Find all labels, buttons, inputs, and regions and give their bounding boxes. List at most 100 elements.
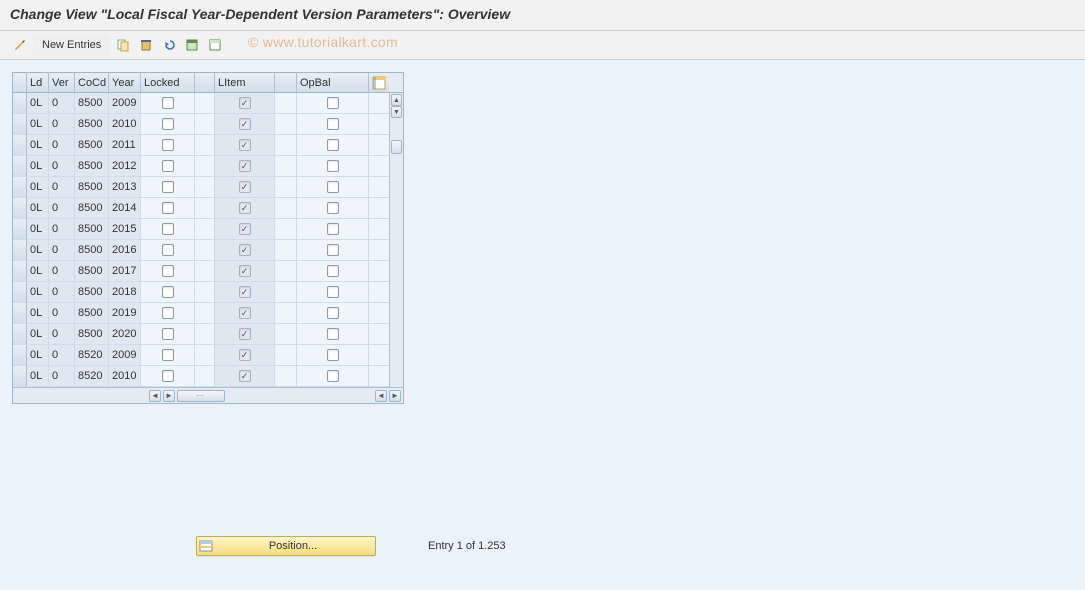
checkbox-opbal[interactable] [327,307,339,319]
cell-locked[interactable] [141,219,195,240]
checkbox-locked[interactable] [162,244,174,256]
col-header-opbal[interactable]: OpBal [297,73,369,92]
checkbox-opbal[interactable] [327,328,339,340]
table-row[interactable]: 0L085002016 [13,240,389,261]
checkbox-opbal[interactable] [327,286,339,298]
checkbox-opbal[interactable] [327,160,339,172]
col-header-ver[interactable]: Ver [49,73,75,92]
scroll-right-button[interactable]: ► [163,390,175,402]
cell-opbal[interactable] [297,303,369,324]
row-selector[interactable] [13,303,27,324]
cell-locked[interactable] [141,135,195,156]
cell-locked[interactable] [141,156,195,177]
row-selector[interactable] [13,366,27,387]
row-selector[interactable] [13,156,27,177]
cell-opbal[interactable] [297,135,369,156]
scroll-left-end-button[interactable]: ◄ [375,390,387,402]
cell-opbal[interactable] [297,114,369,135]
table-row[interactable]: 0L085002013 [13,177,389,198]
checkbox-locked[interactable] [162,307,174,319]
scroll-up-button[interactable]: ▲ [391,94,402,106]
row-selector[interactable] [13,345,27,366]
col-header-cocd[interactable]: CoCd [75,73,109,92]
cell-opbal[interactable] [297,366,369,387]
cell-locked[interactable] [141,93,195,114]
cell-opbal[interactable] [297,261,369,282]
checkbox-locked[interactable] [162,181,174,193]
new-entries-button[interactable]: New Entries [33,35,110,55]
table-row[interactable]: 0L085202010 [13,366,389,387]
checkbox-opbal[interactable] [327,244,339,256]
scroll-right-end-button[interactable]: ► [389,390,401,402]
cell-opbal[interactable] [297,345,369,366]
cell-opbal[interactable] [297,156,369,177]
checkbox-opbal[interactable] [327,370,339,382]
checkbox-locked[interactable] [162,97,174,109]
row-selector[interactable] [13,93,27,114]
checkbox-locked[interactable] [162,139,174,151]
checkbox-locked[interactable] [162,370,174,382]
table-row[interactable]: 0L085002015 [13,219,389,240]
checkbox-opbal[interactable] [327,202,339,214]
row-selector[interactable] [13,261,27,282]
cell-locked[interactable] [141,198,195,219]
checkbox-locked[interactable] [162,265,174,277]
cell-locked[interactable] [141,366,195,387]
checkbox-locked[interactable] [162,328,174,340]
cell-locked[interactable] [141,114,195,135]
cell-locked[interactable] [141,261,195,282]
col-header-select[interactable] [13,73,27,92]
copy-as-button[interactable] [113,35,133,55]
scroll-left-button[interactable]: ◄ [149,390,161,402]
configure-columns-button[interactable] [369,73,389,92]
row-selector[interactable] [13,240,27,261]
cell-opbal[interactable] [297,282,369,303]
table-row[interactable]: 0L085002014 [13,198,389,219]
cell-locked[interactable] [141,324,195,345]
cell-locked[interactable] [141,303,195,324]
toggle-display-change-button[interactable] [10,35,30,55]
horizontal-scrollbar[interactable]: ◄ ► ◄ ► [13,387,403,403]
cell-opbal[interactable] [297,240,369,261]
col-header-year[interactable]: Year [109,73,141,92]
vertical-scrollbar[interactable]: ▲ ▼ [389,93,403,387]
checkbox-opbal[interactable] [327,139,339,151]
table-row[interactable]: 0L085002017 [13,261,389,282]
checkbox-opbal[interactable] [327,97,339,109]
scroll-down-button[interactable]: ▼ [391,106,402,118]
cell-opbal[interactable] [297,198,369,219]
checkbox-locked[interactable] [162,160,174,172]
undo-change-button[interactable] [159,35,179,55]
cell-opbal[interactable] [297,177,369,198]
checkbox-locked[interactable] [162,202,174,214]
checkbox-locked[interactable] [162,349,174,361]
checkbox-opbal[interactable] [327,265,339,277]
checkbox-locked[interactable] [162,118,174,130]
table-row[interactable]: 0L085002009 [13,93,389,114]
row-selector[interactable] [13,114,27,135]
horizontal-scroll-thumb[interactable] [177,390,225,402]
checkbox-opbal[interactable] [327,118,339,130]
row-selector[interactable] [13,324,27,345]
row-selector[interactable] [13,282,27,303]
position-button[interactable]: Position... [196,536,376,556]
cell-locked[interactable] [141,240,195,261]
checkbox-opbal[interactable] [327,181,339,193]
select-all-button[interactable] [182,35,202,55]
row-selector[interactable] [13,177,27,198]
table-row[interactable]: 0L085002010 [13,114,389,135]
cell-locked[interactable] [141,345,195,366]
checkbox-opbal[interactable] [327,349,339,361]
col-header-locked[interactable]: Locked [141,73,195,92]
table-row[interactable]: 0L085002012 [13,156,389,177]
row-selector[interactable] [13,198,27,219]
row-selector[interactable] [13,135,27,156]
checkbox-locked[interactable] [162,286,174,298]
cell-locked[interactable] [141,282,195,303]
checkbox-locked[interactable] [162,223,174,235]
cell-opbal[interactable] [297,324,369,345]
table-row[interactable]: 0L085002019 [13,303,389,324]
table-row[interactable]: 0L085002018 [13,282,389,303]
vertical-scroll-thumb[interactable] [391,140,402,154]
row-selector[interactable] [13,219,27,240]
